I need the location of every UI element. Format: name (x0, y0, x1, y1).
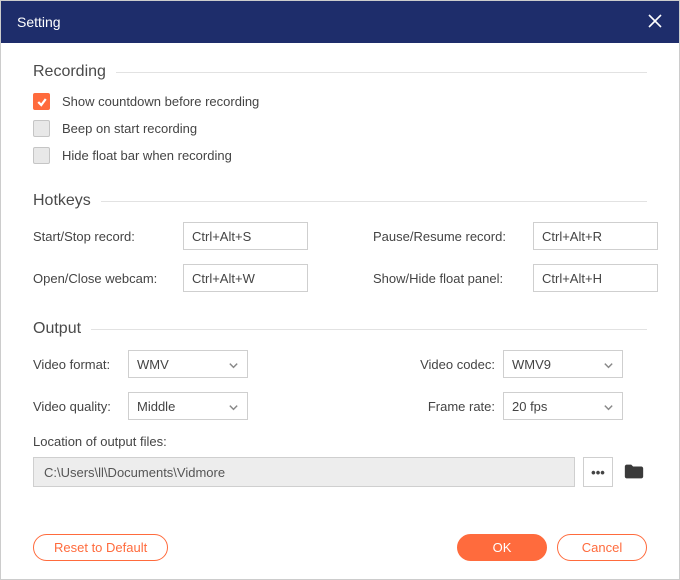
checkbox-label: Show countdown before recording (62, 94, 259, 109)
output-label-frame-rate: Frame rate: (403, 399, 503, 414)
checkbox-countdown[interactable] (33, 93, 50, 110)
chevron-down-icon (228, 359, 239, 370)
checkbox-row-countdown: Show countdown before recording (33, 93, 647, 110)
section-divider (116, 72, 647, 73)
close-icon[interactable] (647, 13, 663, 32)
open-folder-button[interactable] (621, 459, 647, 485)
hotkey-label-start-stop: Start/Stop record: (33, 229, 183, 244)
footer: Reset to Default OK Cancel (1, 524, 679, 579)
section-output: Output Video format: WMV Video codec: WM… (33, 320, 647, 487)
titlebar: Setting (1, 1, 679, 43)
select-video-quality[interactable]: Middle (128, 392, 248, 420)
hotkey-label-pause-resume: Pause/Resume record: (373, 229, 533, 244)
select-value: 20 fps (512, 399, 547, 414)
checkbox-label: Beep on start recording (62, 121, 197, 136)
section-recording: Recording Show countdown before recordin… (33, 63, 647, 164)
more-icon: ••• (591, 465, 605, 480)
checkbox-hide-float[interactable] (33, 147, 50, 164)
hotkey-input-float-panel[interactable] (533, 264, 658, 292)
select-frame-rate[interactable]: 20 fps (503, 392, 623, 420)
select-video-format[interactable]: WMV (128, 350, 248, 378)
hotkey-label-float-panel: Show/Hide float panel: (373, 271, 533, 286)
section-header: Hotkeys (33, 192, 647, 210)
section-header: Output (33, 320, 647, 338)
hotkey-input-start-stop[interactable] (183, 222, 308, 250)
hotkey-input-webcam[interactable] (183, 264, 308, 292)
settings-dialog: Setting Recording Show countdown before … (0, 0, 680, 580)
reset-button[interactable]: Reset to Default (33, 534, 168, 561)
output-path-more-button[interactable]: ••• (583, 457, 613, 487)
select-video-codec[interactable]: WMV9 (503, 350, 623, 378)
cancel-button[interactable]: Cancel (557, 534, 647, 561)
output-path-row: C:\Users\ll\Documents\Vidmore ••• (33, 457, 647, 487)
select-value: Middle (137, 399, 175, 414)
folder-icon (622, 461, 646, 483)
section-title-output: Output (33, 320, 81, 338)
select-value: WMV (137, 357, 169, 372)
chevron-down-icon (228, 401, 239, 412)
chevron-down-icon (603, 401, 614, 412)
ok-button[interactable]: OK (457, 534, 547, 561)
section-divider (101, 201, 647, 202)
section-divider (91, 329, 647, 330)
hotkey-input-pause-resume[interactable] (533, 222, 658, 250)
checkbox-label: Hide float bar when recording (62, 148, 232, 163)
checkbox-row-hide-float: Hide float bar when recording (33, 147, 647, 164)
section-hotkeys: Hotkeys Start/Stop record: Pause/Resume … (33, 192, 647, 292)
window-title: Setting (17, 14, 61, 30)
output-location-label: Location of output files: (33, 434, 647, 449)
section-title-hotkeys: Hotkeys (33, 192, 91, 210)
output-label-video-quality: Video quality: (33, 399, 128, 414)
section-header: Recording (33, 63, 647, 81)
output-label-video-codec: Video codec: (403, 357, 503, 372)
output-path-value: C:\Users\ll\Documents\Vidmore (44, 465, 225, 480)
output-path-field[interactable]: C:\Users\ll\Documents\Vidmore (33, 457, 575, 487)
checkbox-row-beep: Beep on start recording (33, 120, 647, 137)
select-value: WMV9 (512, 357, 551, 372)
output-label-video-format: Video format: (33, 357, 128, 372)
section-title-recording: Recording (33, 63, 106, 81)
checkbox-beep[interactable] (33, 120, 50, 137)
hotkey-label-webcam: Open/Close webcam: (33, 271, 183, 286)
chevron-down-icon (603, 359, 614, 370)
content: Recording Show countdown before recordin… (1, 43, 679, 524)
